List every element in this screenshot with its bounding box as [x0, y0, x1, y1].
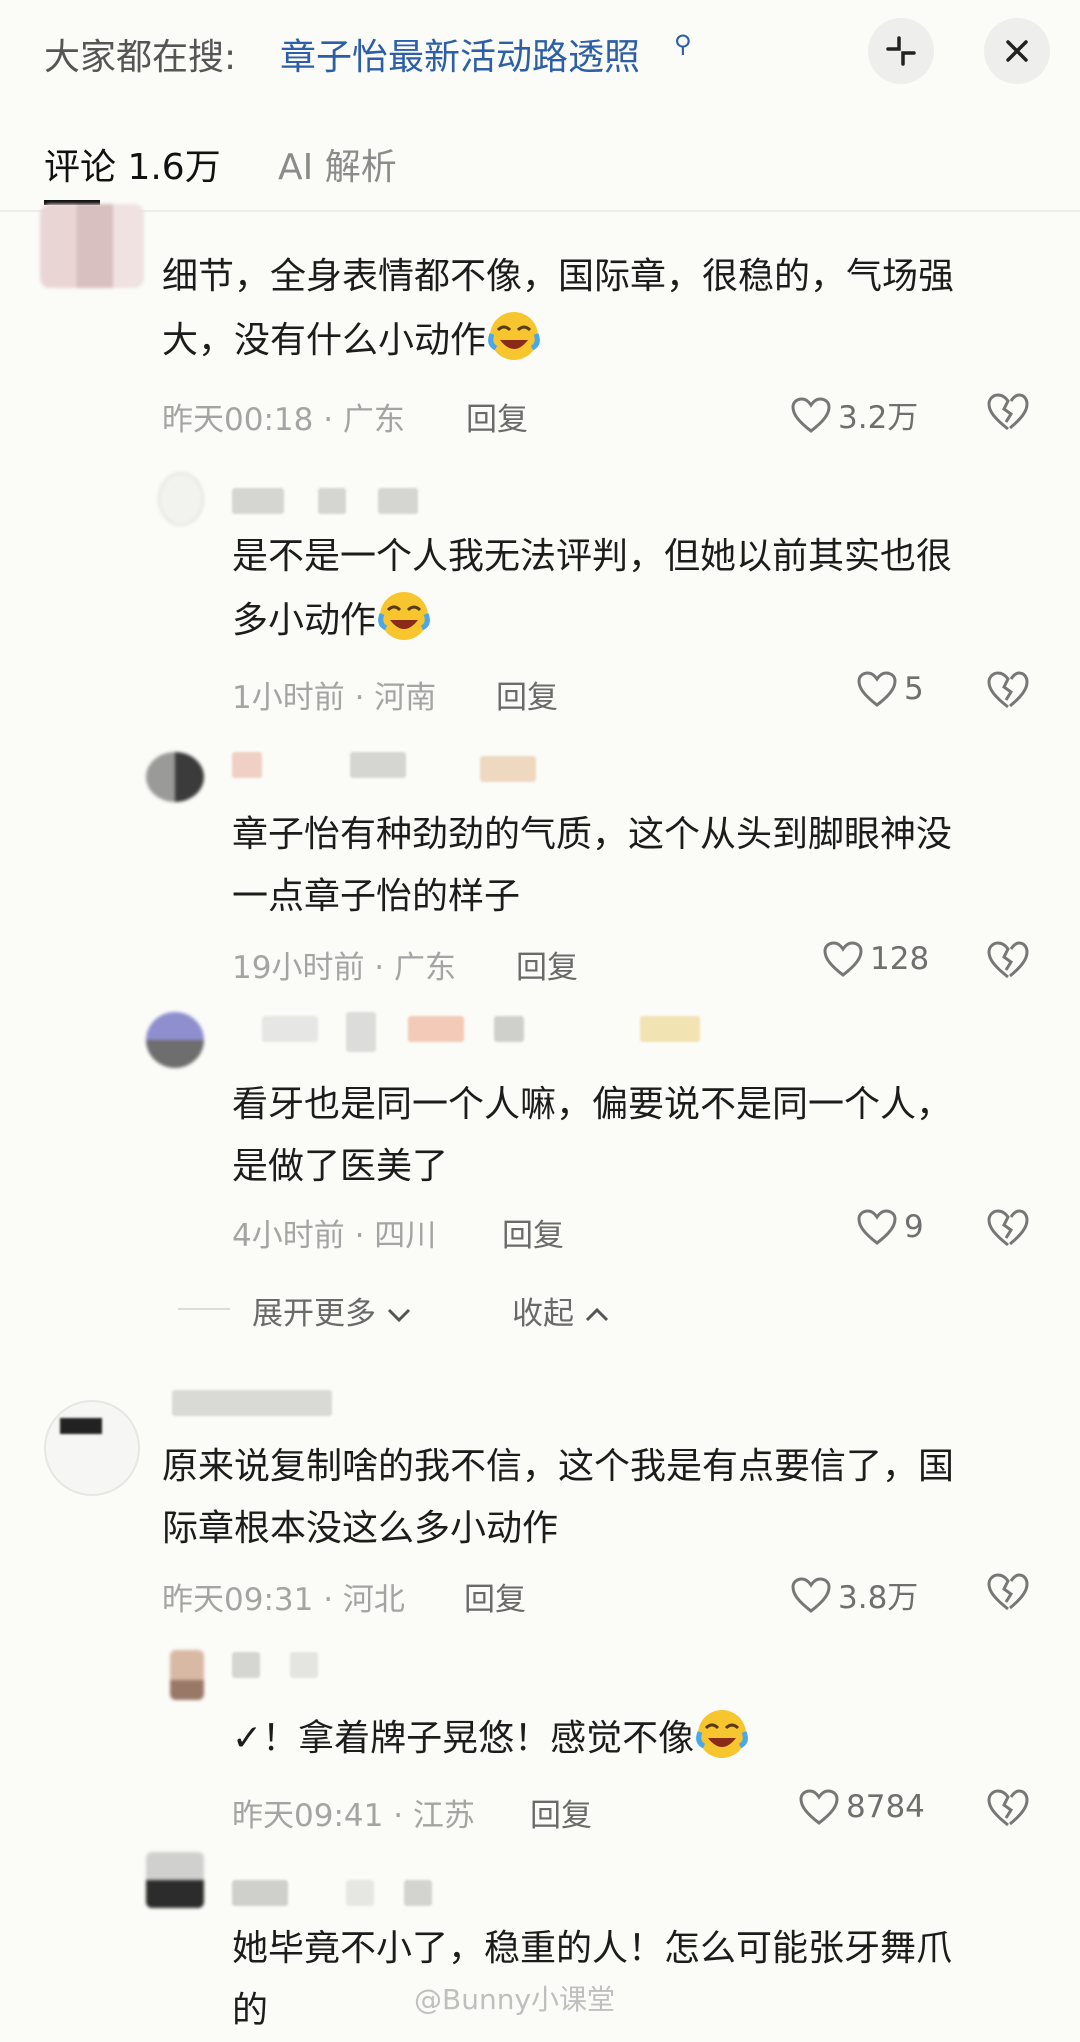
comment-meta: 19小时前 · 广东	[232, 950, 457, 986]
broken-heart-icon[interactable]	[986, 1572, 1030, 1612]
comment-meta: 昨天09:41 · 江苏	[232, 1798, 475, 1834]
search-prefix: 大家都在搜:	[44, 37, 237, 78]
username-blurred	[480, 756, 536, 782]
username-blurred	[350, 752, 406, 778]
avatar[interactable]	[40, 204, 144, 288]
laughing-crying-emoji-icon	[488, 312, 540, 360]
username-blurred	[232, 488, 284, 514]
comment-meta: 4小时前 · 四川	[232, 1218, 437, 1254]
heart-icon	[791, 1576, 831, 1613]
reply-button[interactable]: 回复	[502, 1210, 564, 1255]
collapse-replies-button[interactable]: 收起	[512, 1288, 610, 1333]
like-button[interactable]: 5	[856, 670, 924, 708]
like-button[interactable]: 3.2万	[790, 392, 918, 437]
username-blurred	[232, 1652, 260, 1678]
like-button[interactable]: 128	[822, 940, 929, 978]
broken-heart-icon[interactable]	[986, 1208, 1030, 1248]
chevron-up-icon	[585, 1307, 608, 1322]
comment-text: ✓！拿着牌子晃悠！感觉不像	[232, 1706, 750, 1770]
comment-text: 章子怡有种劲劲的气质，这个从头到脚眼神没 一点章子怡的样子	[232, 814, 953, 917]
reply-button[interactable]: 回复	[516, 942, 578, 987]
reply-button[interactable]: 回复	[530, 1790, 592, 1835]
username-blurred	[172, 1390, 332, 1416]
expand-more-button[interactable]: 展开更多	[252, 1288, 412, 1333]
broken-heart-icon[interactable]	[986, 392, 1030, 432]
like-count: 3.2万	[838, 400, 919, 436]
broken-heart-icon[interactable]	[986, 1788, 1030, 1828]
username-blurred	[290, 1652, 318, 1678]
heart-icon	[857, 671, 897, 707]
username-blurred	[494, 1016, 524, 1042]
username-blurred	[404, 1880, 432, 1906]
like-count: 3.8万	[838, 1580, 919, 1616]
heart-icon	[857, 1209, 897, 1245]
comment-meta: 昨天09:31 · 河北	[162, 1582, 405, 1618]
chevron-down-icon	[387, 1308, 410, 1323]
reply-button[interactable]: 回复	[496, 672, 558, 717]
username-blurred	[378, 488, 418, 514]
like-button[interactable]: 3.8万	[790, 1572, 918, 1617]
close-icon	[1006, 40, 1028, 62]
expand-divider	[178, 1308, 230, 1310]
laughing-crying-emoji-icon	[378, 592, 430, 640]
username-blurred	[262, 1016, 318, 1042]
comment-meta: 昨天00:18 · 广东	[162, 402, 405, 438]
search-query-link[interactable]: 章子怡最新活动路透照	[280, 28, 640, 80]
like-count: 9	[904, 1209, 924, 1245]
like-count: 128	[870, 941, 930, 977]
username-blurred	[346, 1880, 374, 1906]
heart-icon	[799, 1789, 839, 1825]
close-button[interactable]	[984, 18, 1050, 84]
broken-heart-icon[interactable]	[986, 940, 1030, 980]
comment-tabs: 评论 1.6万 AI 解析	[0, 120, 1080, 210]
avatar[interactable]	[146, 1012, 204, 1068]
avatar[interactable]	[170, 1650, 204, 1700]
comment-meta: 1小时前 · 河南	[232, 680, 437, 716]
reply-button[interactable]: 回复	[464, 1574, 526, 1619]
collapse-button[interactable]	[868, 18, 934, 84]
laughing-crying-emoji-icon	[696, 1710, 748, 1758]
comment-text: 看牙也是同一个人嘛，偏要说不是同一个人， 是做了医美了	[232, 1084, 953, 1187]
username-blurred	[232, 752, 262, 778]
avatar[interactable]	[44, 1400, 140, 1496]
like-button[interactable]: 9	[856, 1208, 924, 1246]
watermark: @Bunny小课堂	[414, 1983, 616, 2016]
avatar-redaction	[60, 1418, 102, 1434]
tabs-divider	[0, 210, 1080, 212]
search-icon: ⚲	[674, 30, 692, 58]
comment-text: 细节，全身表情都不像，国际章，很稳的，气场强 大，没有什么小动作	[162, 246, 954, 372]
avatar[interactable]	[146, 1852, 204, 1908]
username-blurred	[346, 1012, 376, 1052]
like-button[interactable]: 8784	[798, 1788, 925, 1826]
like-count: 5	[904, 671, 924, 707]
heart-icon	[823, 941, 863, 977]
username-blurred	[640, 1016, 700, 1042]
reply-button[interactable]: 回复	[466, 394, 528, 439]
collapse-icon	[886, 36, 916, 66]
avatar[interactable]	[146, 752, 204, 802]
heart-icon	[791, 396, 831, 433]
username-blurred	[318, 488, 346, 514]
comment-text: 原来说复制啥的我不信，这个我是有点要信了，国 际章根本没这么多小动作	[162, 1446, 955, 1549]
username-blurred	[232, 1880, 288, 1906]
tab-comments[interactable]: 评论 1.6万	[44, 138, 221, 190]
search-suggestion-bar: 大家都在搜: 章子怡最新活动路透照 ⚲	[0, 0, 1080, 100]
comment-text: 是不是一个人我无法评判，但她以前其实也很 多小动作	[232, 526, 952, 652]
like-count: 8784	[846, 1789, 925, 1825]
tab-ai-analysis[interactable]: AI 解析	[278, 138, 397, 190]
username-blurred	[408, 1016, 464, 1042]
broken-heart-icon[interactable]	[986, 670, 1030, 710]
avatar[interactable]	[158, 472, 204, 526]
